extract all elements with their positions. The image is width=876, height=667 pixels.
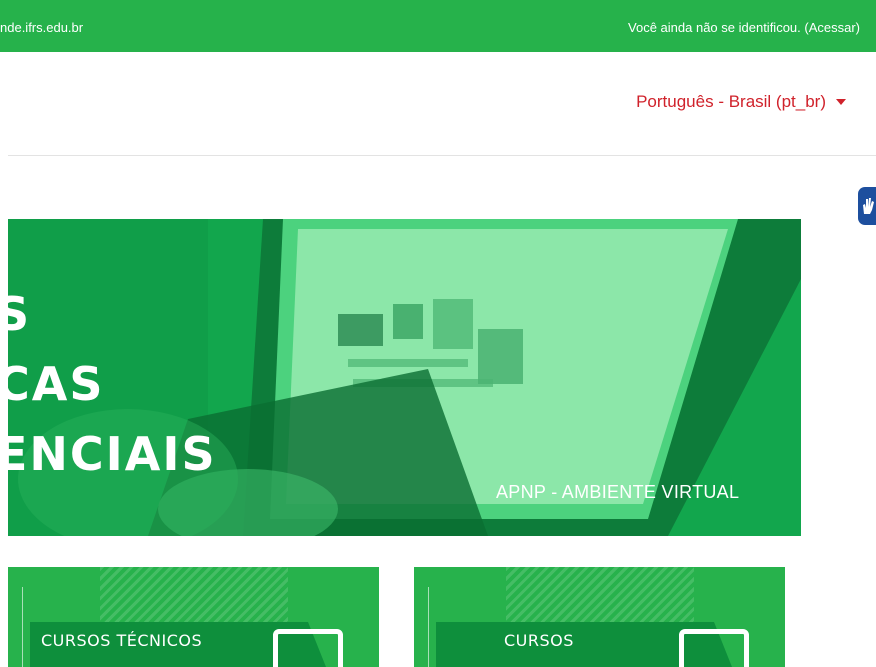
vlibras-accessibility-button[interactable] [858,187,876,225]
language-selected-label: Português - Brasil (pt_br) [636,92,826,111]
banner-title-line-2: CAS [8,357,105,411]
language-selector[interactable]: Português - Brasil (pt_br) [636,92,846,112]
vlibras-hand-icon [863,198,874,214]
card-label: CURSOS TÉCNICOS [41,631,203,650]
monitor-icon [273,629,343,667]
course-card-tecnicos[interactable]: CURSOS TÉCNICOS [8,567,379,667]
hero-banner[interactable]: S CAS ENCIAIS APNP - AMBIENTE VIRTUAL [8,219,801,536]
top-navbar: nde.ifrs.edu.br Você ainda não se identi… [0,0,876,52]
monitor-icon [679,629,749,667]
login-status-link[interactable]: Você ainda não se identificou. (Acessar) [628,20,860,35]
caret-down-icon [836,99,846,105]
banner-title-line-3: ENCIAIS [8,427,217,481]
card-label: CURSOS [504,631,574,650]
banner-caption: APNP - AMBIENTE VIRTUAL [496,482,740,502]
site-url[interactable]: nde.ifrs.edu.br [0,20,83,35]
banner-title-line-1: S [8,287,32,341]
course-card-superiores[interactable]: CURSOS [414,567,785,667]
header-divider [8,155,876,156]
